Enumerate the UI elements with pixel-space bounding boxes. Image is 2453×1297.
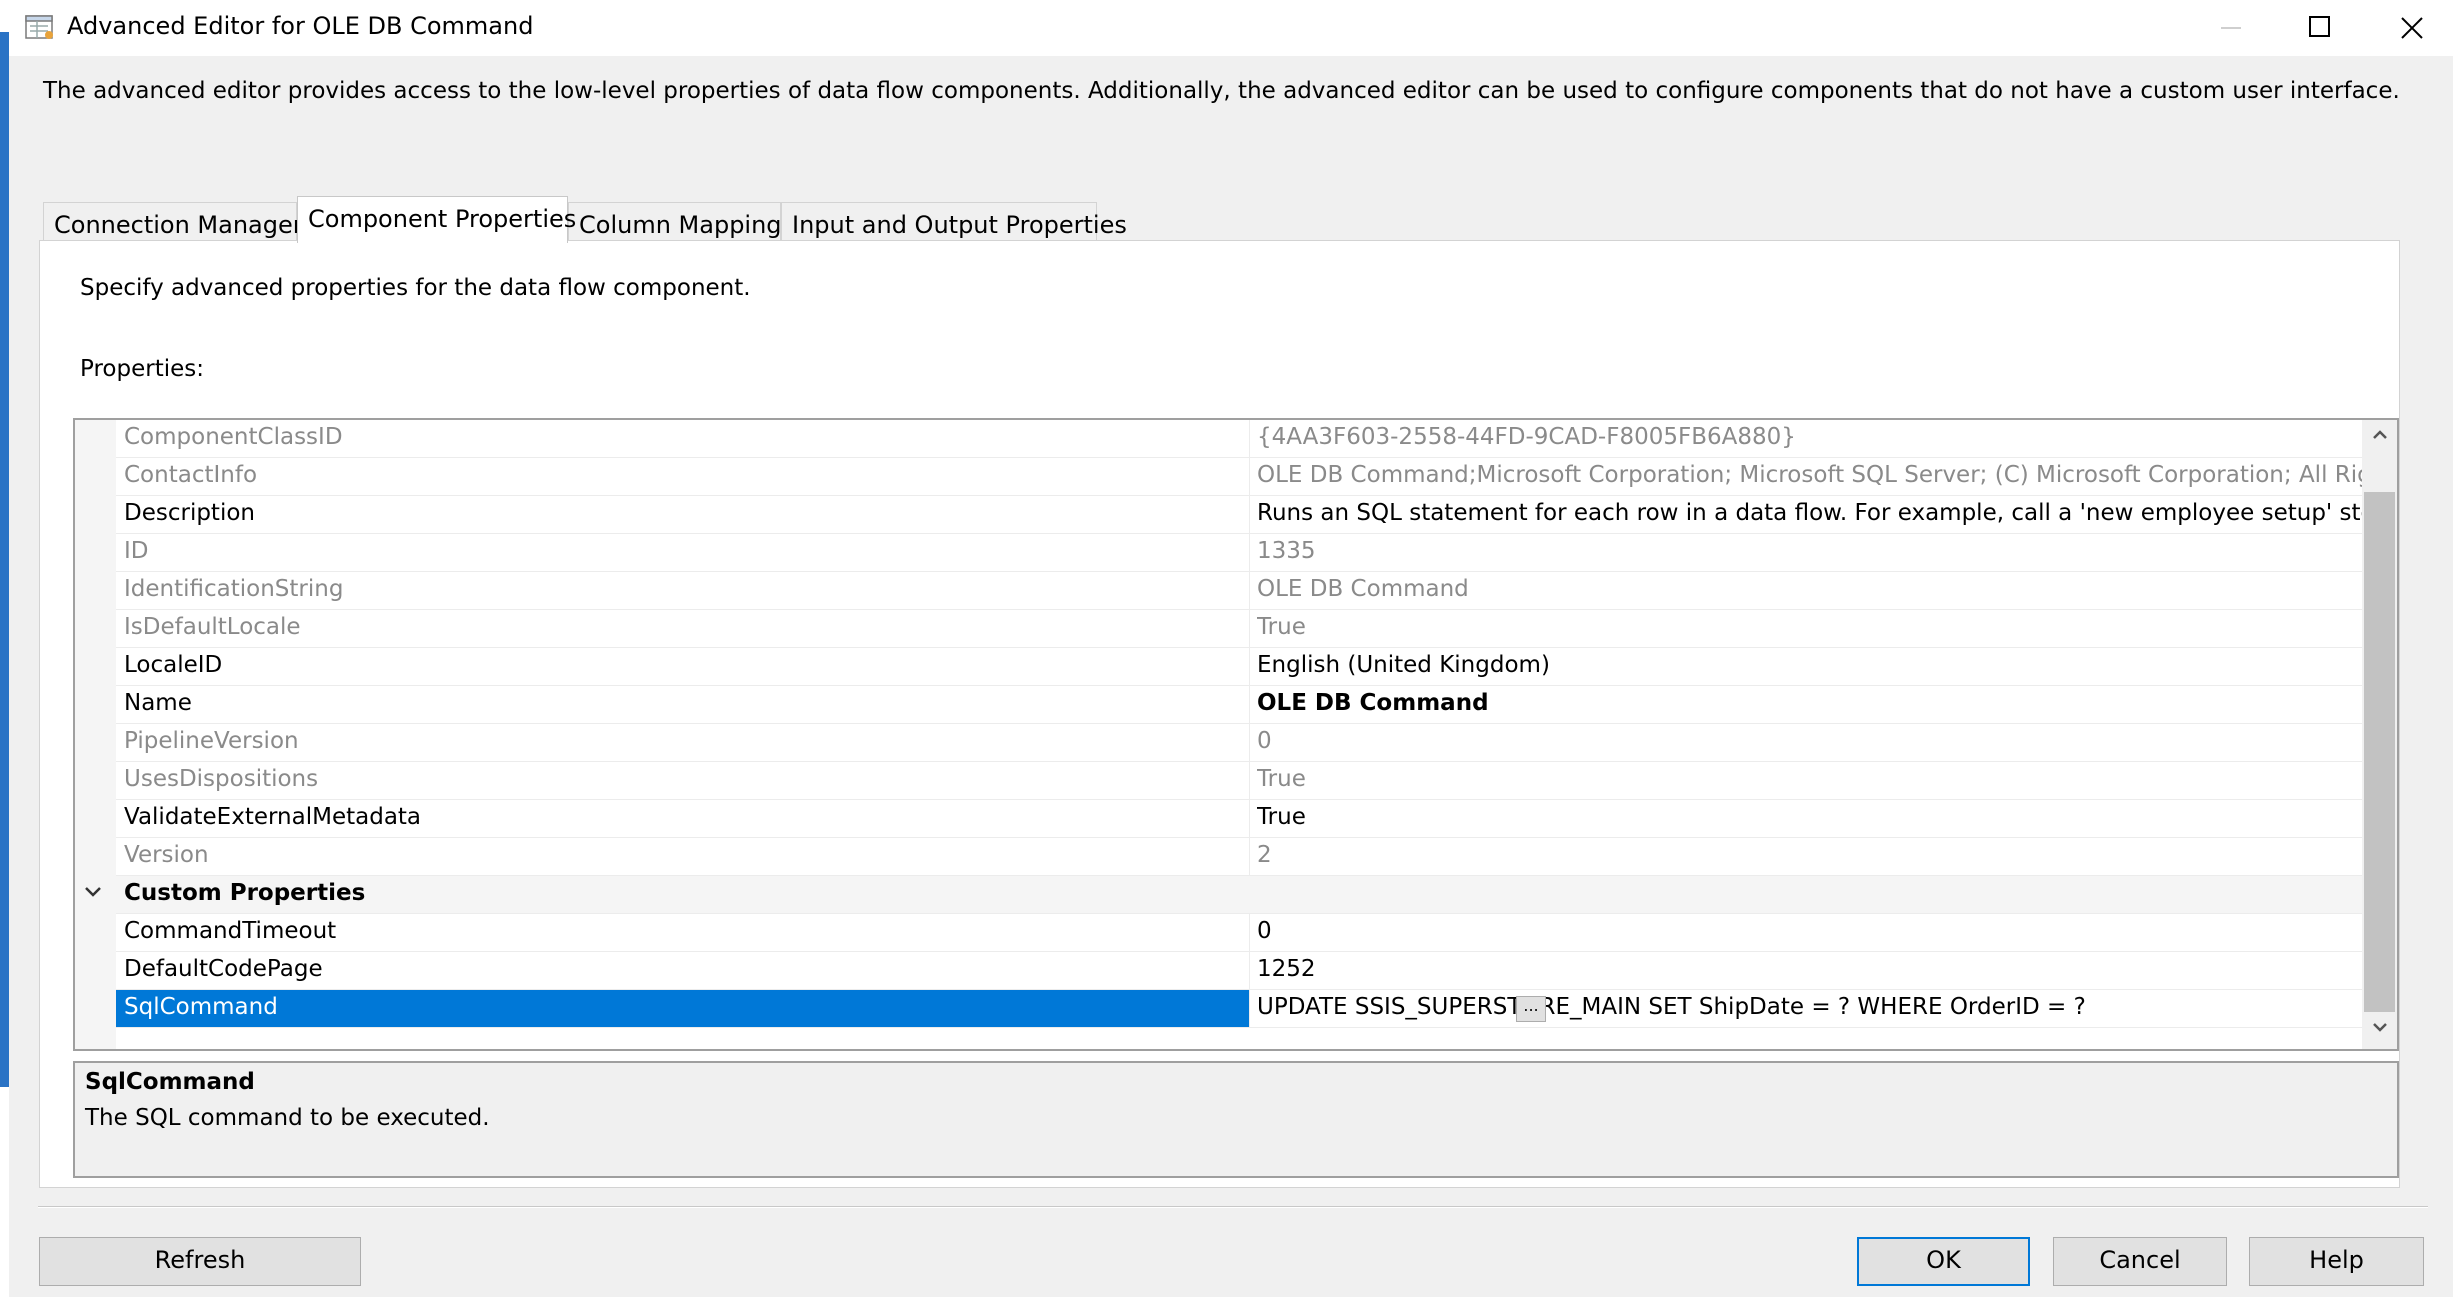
property-grid-scrollbar[interactable] [2362, 420, 2397, 1049]
property-name: DefaultCodePage [124, 956, 323, 982]
category-label: Custom Properties [124, 880, 366, 906]
scroll-thumb[interactable] [2364, 492, 2395, 1012]
property-name: ContactInfo [124, 462, 258, 488]
property-row[interactable]: Version 2 [116, 838, 2397, 876]
property-row[interactable]: ID 1335 [116, 534, 2397, 572]
component-properties-panel: Specify advanced properties for the data… [39, 240, 2400, 1188]
close-icon [2401, 17, 2423, 39]
property-value: OLE DB Command;Microsoft Corporation; Mi… [1257, 462, 2399, 488]
property-value[interactable]: 0 [1257, 918, 2397, 944]
property-value: True [1257, 766, 1306, 792]
help-button[interactable]: Help [2249, 1237, 2424, 1286]
maximize-button[interactable] [2279, 0, 2369, 56]
column-divider [1249, 914, 1250, 952]
property-name: Version [124, 842, 209, 868]
property-row[interactable]: IdentificationString OLE DB Command [116, 572, 2397, 610]
property-value[interactable]: 1252 [1257, 956, 2397, 982]
property-row[interactable]: UsesDispositions True [116, 762, 2397, 800]
column-divider [1249, 572, 1250, 610]
property-row[interactable]: DefaultCodePage 1252 [116, 952, 2397, 990]
tab-connection-managers[interactable]: Connection Managers [43, 202, 315, 242]
background-window-edge [0, 0, 9, 1297]
background-window-accent [0, 32, 9, 1087]
column-divider [1249, 648, 1250, 686]
property-row[interactable]: ContactInfo OLE DB Command;Microsoft Cor… [116, 458, 2399, 496]
property-row[interactable]: ValidateExternalMetadata True [116, 800, 2397, 838]
footer-separator-highlight [38, 1207, 2428, 1208]
column-divider [1249, 838, 1250, 876]
custom-properties-category[interactable]: Custom Properties [85, 876, 2397, 914]
property-name: UsesDispositions [124, 766, 319, 792]
minimize-icon [2221, 27, 2241, 29]
property-name: IdentificationString [124, 576, 344, 602]
sqlcommand-value[interactable]: UPDATE SSIS_SUPERSTORE_MAIN SET ShipDate… [1257, 994, 2397, 1020]
description-text: The SQL command to be executed. [85, 1105, 490, 1131]
property-row[interactable]: LocaleID English (United Kingdom) [116, 648, 2397, 686]
property-name: Description [124, 500, 255, 526]
selection-highlight [116, 990, 1249, 1027]
property-value: 2 [1257, 842, 1272, 868]
property-value: 1335 [1257, 538, 1316, 564]
panel-description: Specify advanced properties for the data… [80, 275, 751, 301]
property-value: OLE DB Command [1257, 576, 1469, 602]
minimize-button[interactable] [2189, 0, 2279, 56]
column-divider [1249, 420, 1250, 458]
ellipsis-button[interactable]: ... [1516, 996, 1546, 1022]
chevron-down-icon[interactable] [83, 882, 103, 907]
property-value[interactable]: OLE DB Command [1257, 690, 2397, 716]
column-divider [1249, 762, 1250, 800]
property-value: True [1257, 614, 1306, 640]
property-value[interactable]: True [1257, 804, 2397, 830]
scroll-down-icon[interactable] [2362, 1012, 2397, 1048]
scroll-up-icon[interactable] [2362, 420, 2397, 456]
maximize-icon [2309, 16, 2330, 37]
property-value[interactable]: Runs an SQL statement for each row in a … [1257, 500, 2397, 526]
properties-label: Properties: [80, 356, 204, 382]
property-grid[interactable]: ComponentClassID {4AA3F603-2558-44FD-9CA… [73, 418, 2399, 1051]
property-value[interactable]: English (United Kingdom) [1257, 652, 2397, 678]
property-row[interactable]: PipelineVersion 0 [116, 724, 2397, 762]
property-value: {4AA3F603-2558-44FD-9CAD-F8005FB6A880} [1257, 424, 1796, 450]
column-divider [1249, 610, 1250, 648]
advanced-editor-window: Advanced Editor for OLE DB Command The a… [0, 0, 2453, 1297]
column-divider [1249, 496, 1250, 534]
property-name: IsDefaultLocale [124, 614, 301, 640]
property-grid-margin [75, 420, 116, 1049]
property-value: 0 [1257, 728, 1272, 754]
property-name: PipelineVersion [124, 728, 299, 754]
column-divider [1249, 534, 1250, 572]
property-name: CommandTimeout [124, 918, 337, 944]
property-row[interactable]: Name OLE DB Command [116, 686, 2397, 724]
column-divider [1249, 800, 1250, 838]
property-row[interactable]: IsDefaultLocale True [116, 610, 2397, 648]
column-divider [1249, 686, 1250, 724]
title-bar[interactable]: Advanced Editor for OLE DB Command [9, 0, 2453, 56]
close-button[interactable] [2367, 0, 2453, 56]
ok-button[interactable]: OK [1857, 1237, 2030, 1286]
property-row[interactable]: CommandTimeout 0 [116, 914, 2397, 952]
property-name: LocaleID [124, 652, 223, 678]
data-flow-editor-icon [25, 15, 53, 39]
property-row[interactable]: Description Runs an SQL statement for ea… [116, 496, 2397, 534]
property-name: Name [124, 690, 192, 716]
column-divider [1249, 990, 1250, 1028]
column-divider [1249, 458, 1250, 496]
editor-intro-text: The advanced editor provides access to t… [43, 78, 2400, 104]
property-name: ID [124, 538, 149, 564]
tab-input-output-properties[interactable]: Input and Output Properties [781, 202, 1127, 242]
refresh-button[interactable]: Refresh [39, 1237, 361, 1286]
cancel-button[interactable]: Cancel [2053, 1237, 2227, 1286]
column-divider [1249, 952, 1250, 990]
property-name: ValidateExternalMetadata [124, 804, 422, 830]
column-divider [1249, 724, 1250, 762]
property-row[interactable]: ComponentClassID {4AA3F603-2558-44FD-9CA… [116, 420, 2397, 458]
window-title: Advanced Editor for OLE DB Command [67, 12, 534, 40]
property-name: SqlCommand [124, 994, 278, 1020]
description-title: SqlCommand [85, 1069, 255, 1095]
property-name: ComponentClassID [124, 424, 343, 450]
tab-component-properties[interactable]: Component Properties [297, 196, 576, 243]
property-description-box: SqlCommand The SQL command to be execute… [73, 1061, 2399, 1178]
property-row-selected[interactable]: SqlCommand UPDATE SSIS_SUPERSTORE_MAIN S… [116, 990, 2397, 1028]
tab-column-mappings[interactable]: Column Mappings [568, 202, 794, 242]
